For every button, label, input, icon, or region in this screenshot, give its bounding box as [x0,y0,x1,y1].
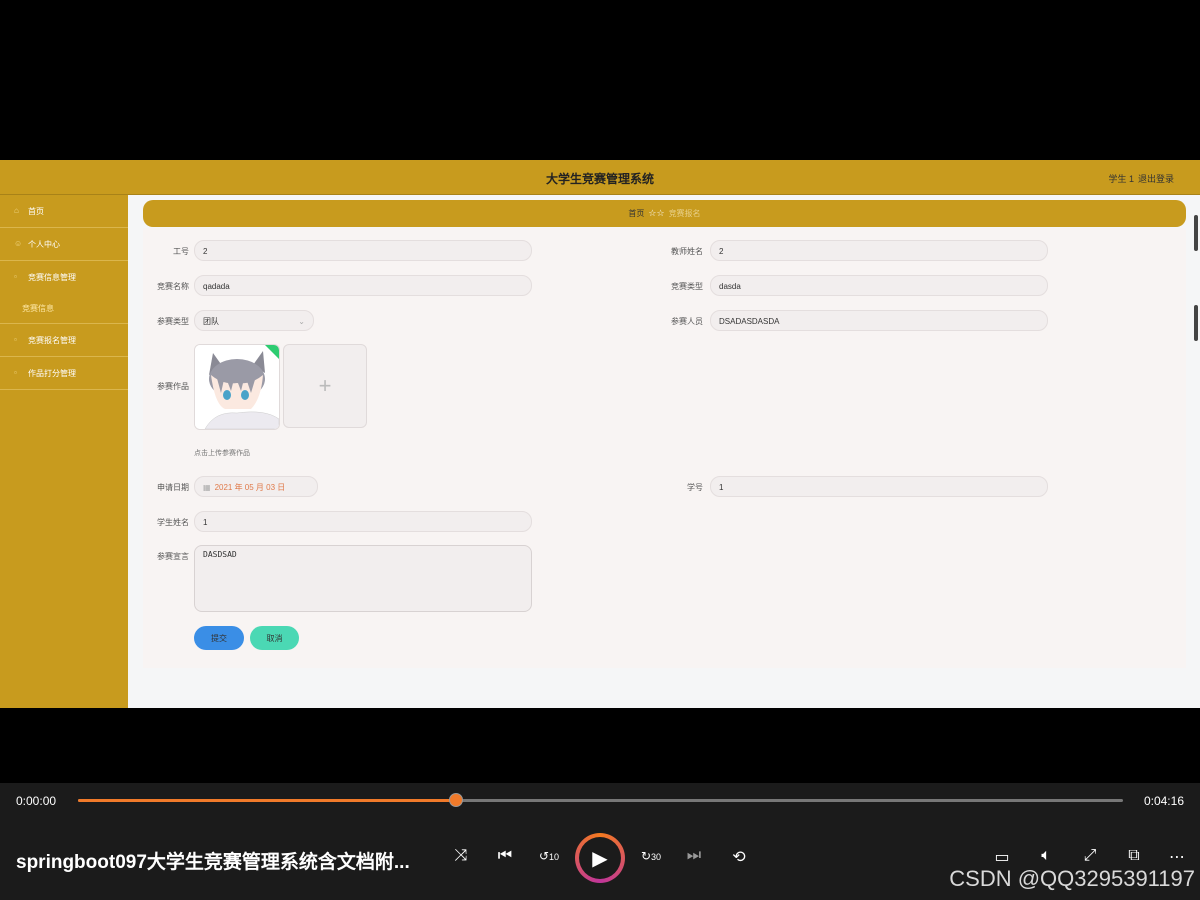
video-player-controls: 0:00:00 0:04:16 springboot097大学生竞赛管理系统含文… [0,783,1200,900]
miniplayer-icon[interactable]: ⧉ [1122,847,1146,865]
subtitles-icon[interactable]: ▭ [990,847,1014,867]
grid-icon: ▫ [14,272,17,281]
work-label: 参赛作品 [157,382,189,391]
registration-form: 工号 2 教师姓名 2 竞赛名称 qadada 竞赛类型 dasda 参赛类型 … [143,228,1186,668]
rewind-10-button[interactable]: ↺10 [537,849,561,863]
calendar-icon: ▦ [203,483,211,492]
participants-field[interactable]: DSADASDASDA [710,310,1048,331]
entry-type-label: 参赛类型 [157,317,189,326]
upload-add-button[interactable]: + [283,344,367,428]
sidebar-item-registration-mgmt[interactable]: ▫ 竞赛报名管理 [0,324,128,357]
student-no-field[interactable]: 1 [710,476,1048,497]
fullscreen-icon[interactable]: ⤢ [1078,847,1102,865]
next-icon[interactable]: ⏭ [682,847,706,865]
app-screenshot: 大学生竞赛管理系统 学生 1 退出登录 ⌂ 首页 ☺ 个人中心 ▫ 竞赛信息管理… [0,160,1200,708]
teacher-no-label: 工号 [173,247,189,256]
teacher-no-field[interactable]: 2 [194,240,532,261]
entry-type-value: 团队 [203,317,219,326]
play-button[interactable]: ▶ [575,833,625,883]
sidebar-item-label: 竞赛信息管理 [28,272,76,282]
teacher-name-label: 教师姓名 [671,247,703,256]
scrollbar-marker[interactable] [1194,215,1198,251]
current-time: 0:00:00 [16,794,57,808]
app-title: 大学生竞赛管理系统 [545,172,654,186]
forward-30-button[interactable]: ↻30 [639,849,663,863]
seek-thumb[interactable] [449,793,464,807]
contest-name-label: 竞赛名称 [157,282,189,291]
anime-cat-boy-image [195,345,279,429]
user-icon: ☺ [14,239,23,248]
seek-bar-progress [78,799,457,802]
current-user: 学生 1 [1108,174,1134,184]
grid-icon: ▫ [14,368,17,377]
total-time: 0:04:16 [1143,794,1184,808]
shuffle-icon[interactable]: ⤨ [449,847,473,865]
student-name-label: 学生姓名 [157,518,189,527]
video-title: springboot097大学生竞赛管理系统含文档附... [16,852,410,873]
breadcrumb-home[interactable]: 首页 [628,208,644,219]
apply-date-value: 2021 年 05 月 03 日 [214,483,286,492]
upload-tip: 点击上传参赛作品 [194,450,250,457]
declaration-label: 参赛宣言 [157,552,189,561]
sidebar-item-label: 竞赛报名管理 [28,335,76,345]
cancel-button[interactable]: 取消 [250,626,299,650]
sidebar-item-scoring-mgmt[interactable]: ▫ 作品打分管理 [0,357,128,390]
contest-type-label: 竞赛类型 [671,282,703,291]
declaration-textarea[interactable]: DASDSAD [194,545,532,612]
uploaded-work-image[interactable] [194,344,280,430]
teacher-name-field[interactable]: 2 [710,240,1048,261]
apply-date-field[interactable]: ▦ 2021 年 05 月 03 日 [194,476,318,497]
chevron-down-icon: ⌄ [298,317,305,326]
student-no-label: 学号 [687,483,703,492]
sidebar-subitem-contest-info[interactable]: 竞赛信息 [0,293,128,324]
contest-type-field[interactable]: dasda [710,275,1048,296]
logout-link[interactable]: 退出登录 [1138,172,1174,185]
student-name-field[interactable]: 1 [194,511,532,532]
more-options-icon[interactable]: ⋯ [1165,847,1189,867]
sidebar-item-home[interactable]: ⌂ 首页 [0,195,128,228]
submit-button[interactable]: 提交 [194,626,244,650]
entry-type-select[interactable]: 团队 ⌄ [194,310,314,331]
home-icon: ⌂ [14,206,19,215]
forward-30-label: 30 [651,852,662,862]
previous-icon[interactable]: ⏮ [493,847,517,865]
sidebar-item-contest-info-mgmt[interactable]: ▫ 竞赛信息管理 [0,261,128,293]
sidebar-item-profile[interactable]: ☺ 个人中心 [0,228,128,261]
volume-icon[interactable]: 🔈︎ [1034,847,1058,865]
contest-name-field[interactable]: qadada [194,275,532,296]
breadcrumb-current: 竞赛报名 [668,209,701,218]
breadcrumb: 首页 ☆☆ 竞赛报名 [143,200,1186,227]
seek-bar[interactable] [78,793,1123,807]
apply-date-label: 申请日期 [157,483,189,492]
sidebar-item-label: 个人中心 [28,239,60,249]
csdn-watermark: CSDN @QQ3295391197 [949,866,1195,891]
repeat-icon[interactable]: ⟲ [727,847,751,867]
play-icon: ▶ [579,837,621,879]
sidebar-item-label: 首页 [28,206,44,216]
grid-icon: ▫ [14,335,17,344]
sidebar-item-label: 作品打分管理 [28,368,76,378]
participants-label: 参赛人员 [671,317,703,326]
sidebar: ⌂ 首页 ☺ 个人中心 ▫ 竞赛信息管理 竞赛信息 ▫ 竞赛报名管理 ▫ 作品打… [0,195,128,708]
top-bar: 大学生竞赛管理系统 学生 1 退出登录 [0,160,1200,195]
rewind-10-label: 10 [549,852,560,862]
scrollbar-marker[interactable] [1194,305,1198,341]
star-icon: ☆☆ [648,208,665,218]
